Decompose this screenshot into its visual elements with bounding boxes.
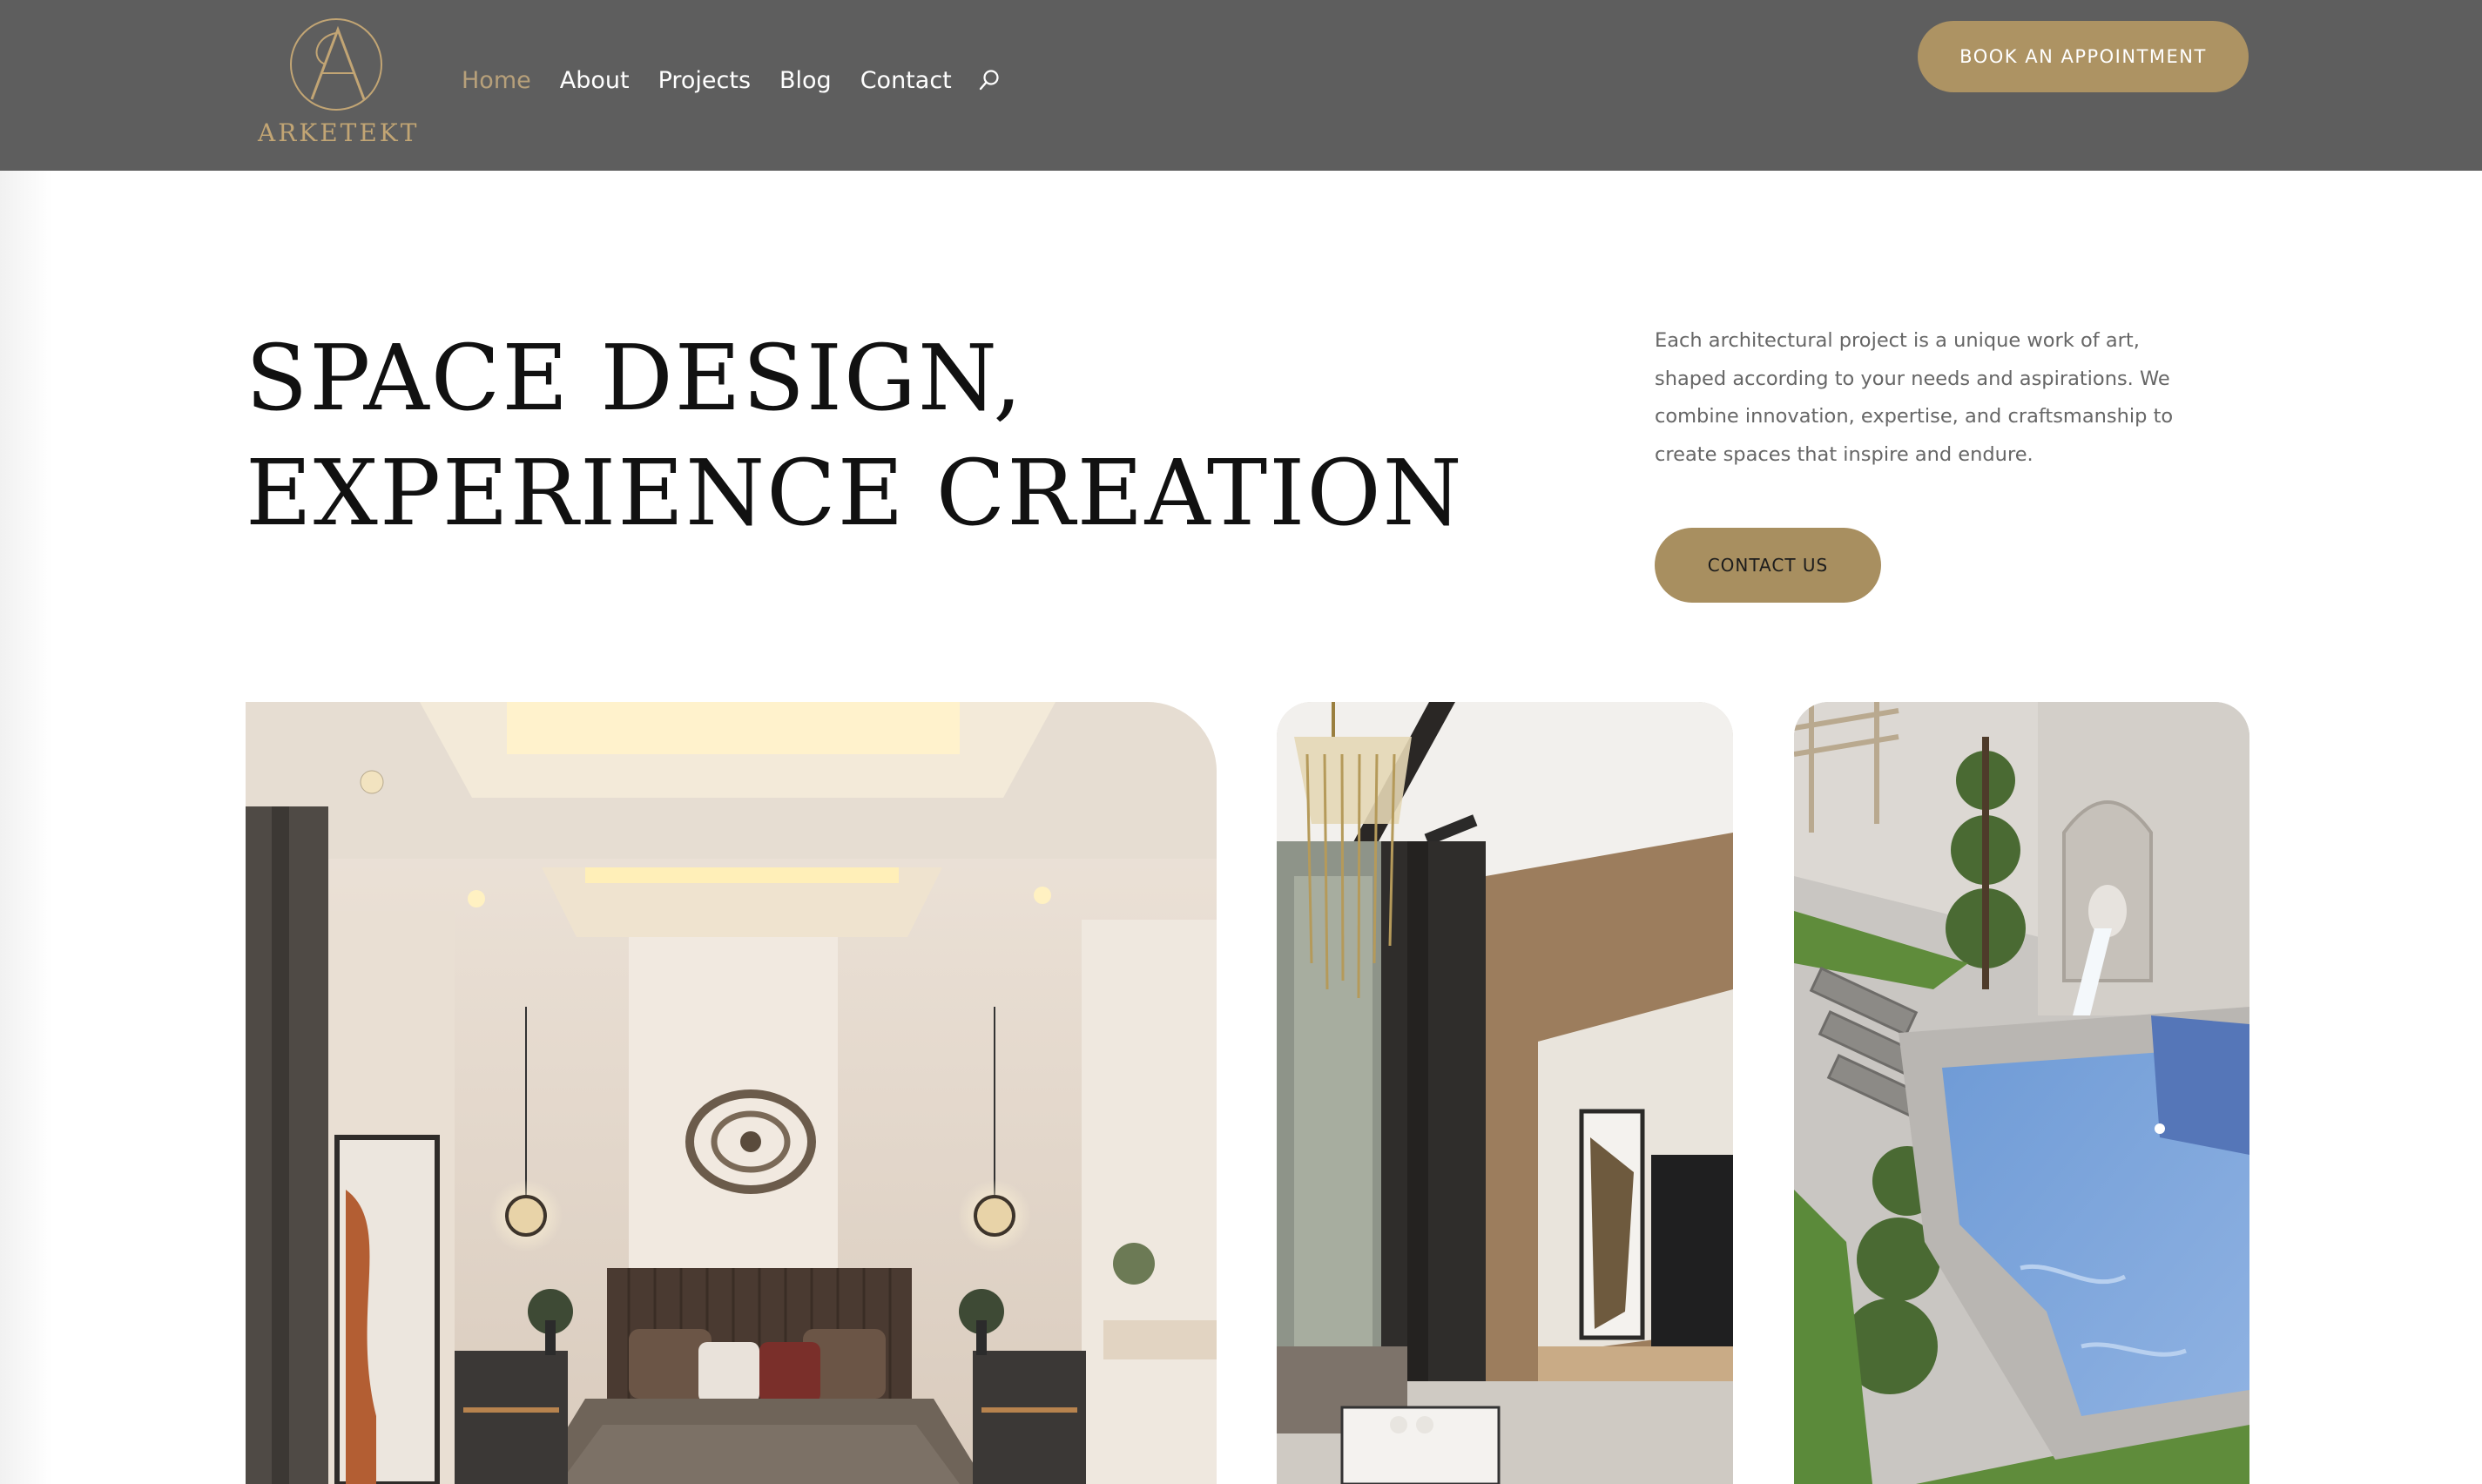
logo-emblem-icon <box>290 18 382 111</box>
book-appointment-button[interactable]: BOOK AN APPOINTMENT <box>1918 21 2249 92</box>
nav-home[interactable]: Home <box>462 67 531 94</box>
hero-description: Each architectural project is a unique w… <box>1655 329 2174 466</box>
logo[interactable]: ARKETEKT <box>258 16 420 152</box>
contact-us-button[interactable]: CONTACT US <box>1655 528 1881 603</box>
nav-about[interactable]: About <box>560 67 630 94</box>
pool-courtyard-project-image[interactable] <box>1794 702 2249 1484</box>
main-nav: Home About Projects Blog Contact <box>462 0 1002 160</box>
hero-title-line-1: SPACE DESIGN, <box>246 325 1024 431</box>
left-edge-shade <box>0 171 52 1484</box>
search-icon[interactable] <box>977 68 1002 92</box>
nav-blog[interactable]: Blog <box>779 67 832 94</box>
hero-title: SPACE DESIGN, EXPERIENCE CREATION <box>246 320 1464 550</box>
hero-title-line-2: EXPERIENCE CREATION <box>246 440 1464 546</box>
living-room-project-image[interactable] <box>1277 702 1733 1484</box>
nav-contact[interactable]: Contact <box>860 67 952 94</box>
nav-projects[interactable]: Projects <box>658 67 751 94</box>
bedroom-project-image[interactable] <box>246 702 1217 1484</box>
site-header: ARKETEKT Home About Projects Blog Contac… <box>0 0 2482 171</box>
logo-text: ARKETEKT <box>258 118 420 147</box>
